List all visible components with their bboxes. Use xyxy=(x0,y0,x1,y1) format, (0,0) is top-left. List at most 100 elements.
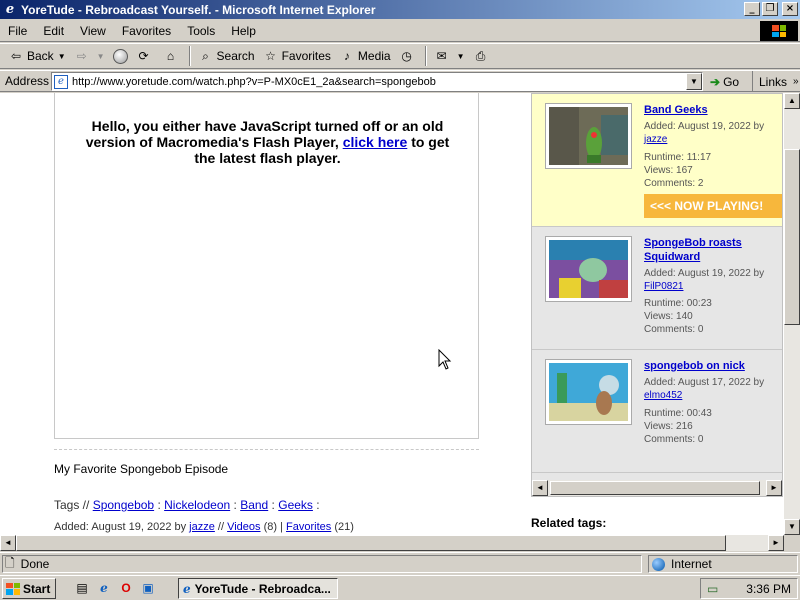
related-video-added: Added: August 19, 2022 by FilP0821 xyxy=(644,268,765,292)
windows-logo-icon xyxy=(760,21,798,41)
window-title: YoreTude - Rebroadcast Yourself. - Micro… xyxy=(21,2,376,17)
start-label: Start xyxy=(23,581,51,596)
go-arrow-icon: ➔ xyxy=(710,74,721,89)
favorites-count: (21) xyxy=(334,521,354,533)
related-video-user[interactable]: elmo452 xyxy=(644,390,682,401)
back-dropdown-icon[interactable]: ▼ xyxy=(58,52,66,61)
video-thumbnail[interactable] xyxy=(546,360,631,424)
back-button[interactable]: ⇦ Back ▼ xyxy=(4,45,70,67)
menu-edit[interactable]: Edit xyxy=(35,24,72,38)
related-video-title[interactable]: Band Geeks xyxy=(644,103,780,117)
mail-dropdown-icon[interactable]: ▼ xyxy=(457,52,465,61)
refresh-button[interactable]: ⟳ xyxy=(132,45,159,67)
related-panel-hscrollbar[interactable]: ◄ ► xyxy=(532,480,782,496)
home-icon: ⌂ xyxy=(166,49,175,63)
scroll-right-button[interactable]: ► xyxy=(766,480,782,496)
favorites-link[interactable]: Favorites xyxy=(286,521,331,533)
home-button[interactable]: ⌂ xyxy=(159,45,186,67)
video-tags: Tags // Spongebob : Nickelodeon : Band :… xyxy=(54,498,320,512)
tray-monitor-icon[interactable]: ▭ xyxy=(707,582,718,596)
related-video-title[interactable]: SpongeBob roasts Squidward xyxy=(644,236,780,264)
address-url[interactable]: http://www.yoretude.com/watch.php?v=P-MX… xyxy=(72,76,436,88)
video-thumbnail[interactable] xyxy=(546,104,631,168)
added-date: Added: August 19, 2022 by xyxy=(54,521,187,533)
scroll-down-button[interactable]: ▼ xyxy=(784,519,800,535)
videos-link[interactable]: Videos xyxy=(227,521,260,533)
minimize-button[interactable]: _ xyxy=(744,2,760,16)
print-icon: ⎙ xyxy=(475,48,486,63)
address-bar: Address e http://www.yoretude.com/watch.… xyxy=(0,70,800,92)
video-description: My Favorite Spongebob Episode xyxy=(54,462,229,476)
mouse-cursor-icon xyxy=(438,349,452,370)
stop-button[interactable] xyxy=(109,45,132,67)
page-hscrollbar[interactable]: ◄ ► xyxy=(0,535,784,551)
close-button[interactable]: × xyxy=(782,2,798,16)
scroll-up-button[interactable]: ▲ xyxy=(784,93,800,109)
favorites-button[interactable]: ☆ Favorites xyxy=(259,45,335,67)
taskbar-ie-label: YoreTude - Rebroadca... xyxy=(194,581,331,596)
related-video-user[interactable]: jazze xyxy=(644,134,667,145)
internet-globe-icon xyxy=(652,557,665,571)
related-video-item[interactable]: spongebob on nick Added: August 17, 2022… xyxy=(532,350,782,473)
related-video-title[interactable]: spongebob on nick xyxy=(644,359,780,373)
related-video-item[interactable]: Band Geeks Added: August 19, 2022 by jaz… xyxy=(532,94,782,227)
security-zone-panel: Internet xyxy=(648,555,798,573)
related-video-stats: Runtime: 00:23 Views: 140 Comments: 0 xyxy=(644,298,712,335)
menu-tools[interactable]: Tools xyxy=(179,24,223,38)
tag-link[interactable]: Geeks xyxy=(278,498,313,512)
show-desktop-icon[interactable]: ▤ xyxy=(74,580,90,596)
status-bar: 🗋 Done Internet xyxy=(0,552,800,574)
media-label: Media xyxy=(357,49,391,63)
page-vscrollbar[interactable]: ▲ ▼ xyxy=(784,93,800,535)
address-input[interactable]: e http://www.yoretude.com/watch.php?v=P-… xyxy=(51,72,703,91)
related-video-added: Added: August 17, 2022 by elmo452 xyxy=(644,377,765,401)
restore-button[interactable]: ❐ xyxy=(762,2,778,16)
menu-view[interactable]: View xyxy=(72,24,114,38)
ie-quicklaunch-icon[interactable]: e xyxy=(96,580,112,596)
forward-dropdown-icon[interactable]: ▼ xyxy=(97,52,105,61)
opera-icon[interactable]: O xyxy=(118,580,134,596)
related-videos-panel: Band Geeks Added: August 19, 2022 by jaz… xyxy=(531,93,783,497)
status-text: Done xyxy=(20,557,50,571)
scroll-left-button[interactable]: ◄ xyxy=(532,480,548,496)
scroll-right-button[interactable]: ► xyxy=(768,535,784,551)
page-icon: e xyxy=(54,74,68,89)
tag-link[interactable]: Spongebob xyxy=(93,498,154,512)
scrollbar-thumb[interactable] xyxy=(550,481,760,495)
scrollbar-thumb[interactable] xyxy=(784,149,800,325)
clock: 3:36 PM xyxy=(746,581,791,596)
media-button[interactable]: ♪ Media xyxy=(335,45,395,67)
mail-button[interactable]: ✉ ▼ xyxy=(430,45,469,67)
menu-help[interactable]: Help xyxy=(223,24,264,38)
scrollbar-thumb[interactable] xyxy=(16,535,726,551)
related-video-item[interactable]: SpongeBob roasts Squidward Added: August… xyxy=(532,227,782,350)
related-video-user[interactable]: FilP0821 xyxy=(644,281,683,292)
page-done-icon: 🗋 xyxy=(5,555,15,570)
links-button[interactable]: Links » xyxy=(752,71,799,92)
window-title-bar[interactable]: e YoreTude - Rebroadcast Yourself. - Mic… xyxy=(0,0,800,19)
video-thumbnail[interactable] xyxy=(546,237,631,301)
tag-link[interactable]: Nickelodeon xyxy=(164,498,230,512)
forward-button[interactable]: ⇨ ▼ xyxy=(70,45,109,67)
menu-file[interactable]: File xyxy=(0,24,35,38)
menu-favorites[interactable]: Favorites xyxy=(114,24,179,38)
print-button[interactable]: ⎙ xyxy=(469,45,496,67)
status-text-panel: 🗋 Done xyxy=(2,555,642,573)
tag-link[interactable]: Band xyxy=(240,498,268,512)
mail-icon: ✉ xyxy=(436,49,447,63)
search-icon: ⌕ xyxy=(202,48,209,63)
system-tray: ▭ 3:36 PM xyxy=(700,578,798,599)
uploader-link[interactable]: jazze xyxy=(189,521,215,533)
address-dropdown-button[interactable]: ▼ xyxy=(686,73,702,90)
taskbar-ie-button[interactable]: e YoreTude - Rebroadca... xyxy=(178,578,338,599)
network-icon[interactable]: ▣ xyxy=(140,580,156,596)
flash-download-link[interactable]: click here xyxy=(343,134,408,150)
start-button[interactable]: Start xyxy=(2,578,56,599)
history-button[interactable]: ◷ xyxy=(395,45,422,67)
scroll-left-button[interactable]: ◄ xyxy=(0,535,16,551)
history-icon: ◷ xyxy=(401,49,412,63)
back-arrow-icon: ⇦ xyxy=(10,49,22,63)
search-button[interactable]: ⌕ Search xyxy=(194,45,259,67)
back-label: Back xyxy=(27,49,54,63)
go-button[interactable]: ➔ Go xyxy=(710,72,739,91)
